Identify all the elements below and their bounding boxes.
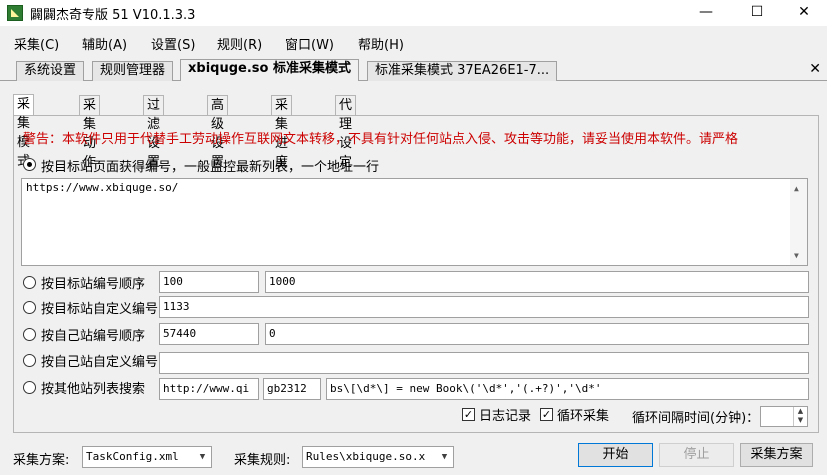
minimize-button[interactable]: —	[683, 0, 729, 26]
start-button[interactable]: 开始	[578, 443, 653, 467]
document-tab-strip: 系统设置 规则管理器 xbiquge.so 标准采集模式 标准采集模式 37EA…	[0, 59, 827, 81]
mode-target-sequence-radio[interactable]	[23, 276, 36, 289]
other-list-regex-input[interactable]: bs\[\d*\] = new Book\('\d*','(.+?)','\d*…	[326, 378, 809, 400]
target-urls-text: https://www.xbiquge.so/	[26, 181, 179, 194]
target-sequence-from-input[interactable]: 100	[159, 271, 259, 293]
mode-page-list-radio[interactable]	[23, 158, 36, 171]
mode-own-custom-radio[interactable]	[23, 354, 36, 367]
spinner-arrows-icon[interactable]: ▲ ▼	[793, 407, 807, 426]
tab-rule-manager[interactable]: 规则管理器	[92, 61, 174, 81]
own-sequence-from-input[interactable]: 57440	[159, 323, 259, 345]
mode-other-list-radio[interactable]	[23, 381, 36, 394]
textarea-scrollbar[interactable]: ▲ ▼	[790, 179, 807, 265]
menu-bar: 采集(C) 辅助(A) 设置(S) 规则(R) 窗口(W) 帮助(H)	[0, 32, 827, 54]
menu-settings[interactable]: 设置(S)	[151, 34, 195, 53]
own-sequence-to-input[interactable]: 0	[265, 323, 809, 345]
mode-target-custom-radio[interactable]	[23, 301, 36, 314]
target-sequence-to-input[interactable]: 1000	[265, 271, 809, 293]
target-custom-ids-input[interactable]: 1133	[159, 296, 809, 318]
rule-select[interactable]: Rules\xbiquge.so.x ▼	[302, 446, 454, 468]
tab-collect-progress[interactable]: 采集进度	[271, 95, 293, 170]
log-label: 日志记录	[479, 409, 532, 424]
app-logo-icon	[7, 5, 23, 21]
other-list-url-input[interactable]: http://www.qi	[159, 378, 259, 400]
title-bar: 闢闢杰奇专版 51 V10.1.3.3 — ☐ ✕	[0, 0, 827, 26]
warning-text: 警告：本软件只用于代替手工劳动操作互联网文本转移，不具有针对任何站点入侵、攻击等…	[23, 132, 739, 147]
tab-advanced-settings[interactable]: 高级设置	[207, 95, 229, 170]
loop-checkbox[interactable]: ✓	[540, 408, 553, 421]
log-checkbox[interactable]: ✓	[462, 408, 475, 421]
maximize-button[interactable]: ☐	[734, 0, 780, 26]
menu-collect[interactable]: 采集(C)	[14, 34, 59, 53]
chevron-down-icon[interactable]: ▼	[436, 447, 453, 467]
stop-button[interactable]: 停止	[659, 443, 734, 467]
plan-label: 采集方案:	[13, 453, 70, 468]
tab-filter-settings[interactable]: 过滤设置	[143, 95, 165, 170]
interval-label: 循环间隔时间(分钟)：	[632, 411, 760, 426]
rule-select-value: Rules\xbiquge.so.x	[306, 450, 426, 463]
tab-proxy-settings[interactable]: 代理设定	[335, 95, 357, 170]
scroll-down-icon[interactable]: ▼	[794, 251, 799, 260]
tab-collect-action[interactable]: 采集动作	[79, 95, 101, 170]
interval-spinner[interactable]: ▲ ▼	[760, 406, 808, 427]
tab-collect-mode[interactable]: 采集模式	[13, 94, 35, 169]
mode-other-list-label: 按其他站列表搜索	[41, 382, 146, 397]
rule-label: 采集规则:	[234, 453, 291, 468]
mode-page-list-label: 按目标站页面获得编号，一般监控最新列表，一个地址一行	[41, 160, 380, 175]
mode-own-sequence-label: 按自己站编号顺序	[41, 329, 146, 344]
menu-help[interactable]: 帮助(H)	[358, 34, 404, 53]
tab-xbiquge-collect[interactable]: xbiquge.so 标准采集模式	[180, 59, 359, 81]
scroll-up-icon[interactable]: ▲	[794, 184, 799, 193]
close-window-button[interactable]: ✕	[781, 0, 827, 26]
loop-label: 循环采集	[557, 409, 610, 424]
menu-rules[interactable]: 规则(R)	[217, 34, 262, 53]
other-list-encoding-input[interactable]: gb2312	[263, 378, 321, 400]
window-title: 闢闢杰奇专版 51 V10.1.3.3	[30, 8, 196, 23]
plan-select-value: TaskConfig.xml	[86, 450, 179, 463]
collect-plan-button[interactable]: 采集方案	[740, 443, 813, 467]
mode-target-custom-label: 按目标站自定义编号	[41, 302, 159, 317]
chevron-down-icon[interactable]: ▼	[194, 447, 211, 467]
target-urls-textarea[interactable]: https://www.xbiquge.so/ ▲ ▼	[21, 178, 808, 266]
mode-target-sequence-label: 按目标站编号顺序	[41, 277, 146, 292]
mode-own-sequence-radio[interactable]	[23, 328, 36, 341]
tab-system-settings[interactable]: 系统设置	[16, 61, 85, 81]
tab-standard-collect[interactable]: 标准采集模式 37EA26E1-7...	[367, 61, 558, 81]
plan-select[interactable]: TaskConfig.xml ▼	[82, 446, 212, 468]
own-custom-ids-input[interactable]	[159, 352, 809, 374]
mode-own-custom-label: 按自己站自定义编号	[41, 355, 159, 370]
menu-assist[interactable]: 辅助(A)	[82, 34, 127, 53]
menu-window[interactable]: 窗口(W)	[285, 34, 334, 53]
close-tab-icon[interactable]: ✕	[809, 61, 821, 77]
